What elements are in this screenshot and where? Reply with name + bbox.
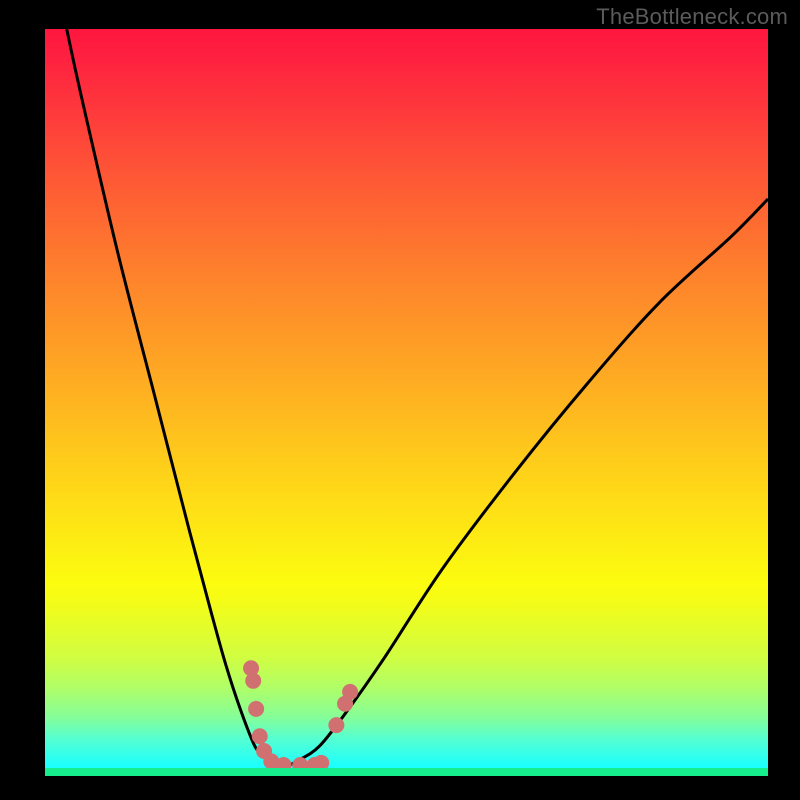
data-dots bbox=[45, 29, 768, 768]
data-dot bbox=[248, 701, 264, 717]
chart-frame: TheBottleneck.com bbox=[0, 0, 800, 800]
data-dot bbox=[245, 673, 261, 689]
dot-group bbox=[243, 660, 358, 768]
watermark-text: TheBottleneck.com bbox=[596, 4, 788, 30]
data-dot bbox=[313, 755, 329, 768]
data-dot bbox=[252, 728, 268, 744]
plot-bottom-edge bbox=[45, 768, 768, 776]
data-dot bbox=[342, 684, 358, 700]
data-dot bbox=[292, 757, 308, 768]
data-dot bbox=[328, 717, 344, 733]
